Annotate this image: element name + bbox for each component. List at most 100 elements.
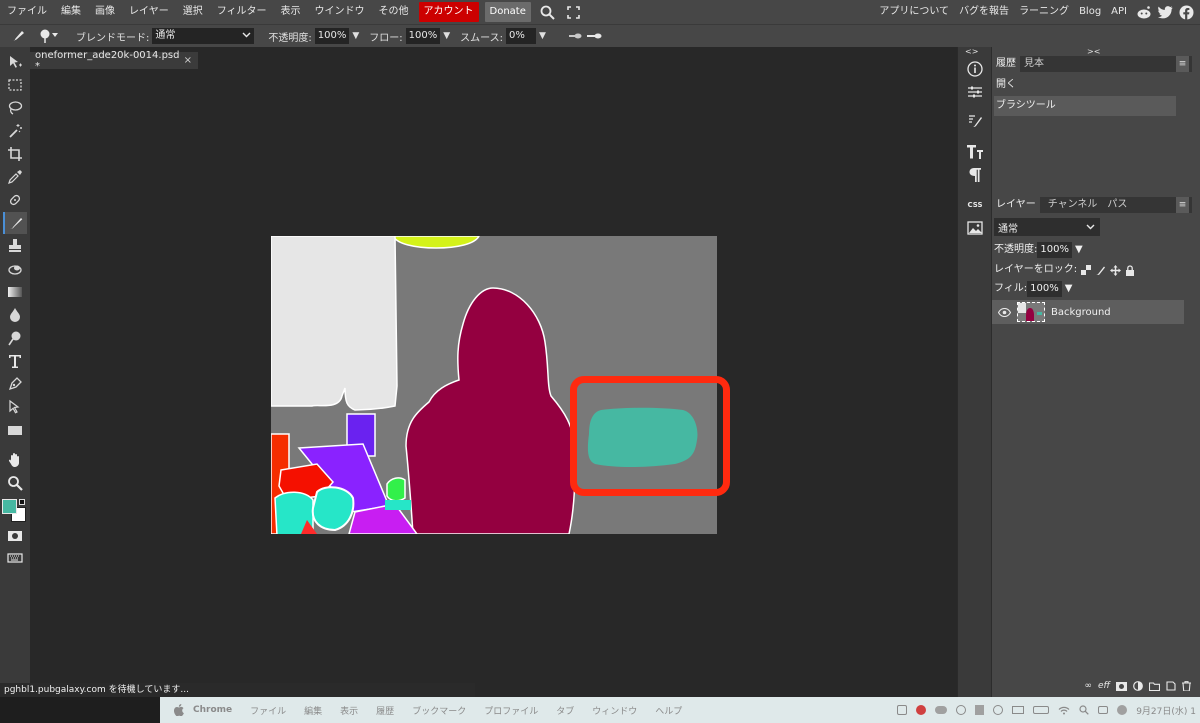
brush-settings-icon[interactable] xyxy=(963,111,987,131)
close-icon[interactable]: × xyxy=(184,55,192,66)
menu-extra-icon[interactable] xyxy=(956,705,967,715)
layers-panel-menu-icon[interactable]: ≡ xyxy=(1176,197,1189,213)
menu-edit[interactable]: 編集 xyxy=(54,0,88,24)
new-layer-icon[interactable] xyxy=(1166,681,1176,691)
character-icon[interactable] xyxy=(963,142,987,162)
facebook-icon[interactable] xyxy=(1179,5,1194,20)
fullscreen-icon[interactable] xyxy=(567,5,580,19)
eraser-tool-icon[interactable] xyxy=(3,258,27,280)
move-tool-icon[interactable] xyxy=(3,51,27,73)
smooth-input[interactable]: 0% xyxy=(506,28,537,44)
zoom-tool-icon[interactable] xyxy=(3,472,27,494)
siri-icon[interactable] xyxy=(1117,705,1128,715)
layer-row-background[interactable]: Background xyxy=(992,300,1184,324)
eye-icon[interactable] xyxy=(998,307,1011,317)
lock-pixels-icon[interactable] xyxy=(1095,265,1106,276)
tab-layers[interactable]: レイヤー xyxy=(992,197,1040,213)
tab-swatches[interactable]: 見本 xyxy=(1020,56,1048,72)
pen-tool-icon[interactable] xyxy=(3,373,27,395)
swap-colors-icon[interactable] xyxy=(19,499,25,505)
menu-filter[interactable]: フィルター xyxy=(210,0,274,24)
new-group-icon[interactable] xyxy=(1149,681,1160,691)
tab-channels[interactable]: チャンネル xyxy=(1044,197,1102,213)
layer-blend-select[interactable]: 通常 xyxy=(994,218,1100,236)
crop-tool-icon[interactable] xyxy=(3,143,27,165)
collapse-left-icon[interactable]: <> xyxy=(965,47,978,56)
eyedropper-tool-icon[interactable] xyxy=(3,166,27,188)
delete-layer-icon[interactable] xyxy=(1182,681,1191,691)
hand-tool-icon[interactable] xyxy=(3,449,27,471)
menu-view[interactable]: 表示 xyxy=(274,0,308,24)
mac-menu-history[interactable]: 履歴 xyxy=(367,704,403,717)
keyboard-icon[interactable] xyxy=(3,547,27,569)
display-icon[interactable] xyxy=(1012,706,1025,714)
menu-file[interactable]: ファイル xyxy=(0,0,54,24)
opacity-dropdown-icon[interactable]: ▼ xyxy=(352,31,359,41)
flow-dropdown-icon[interactable]: ▼ xyxy=(443,31,450,41)
healing-tool-icon[interactable] xyxy=(3,189,27,211)
foreground-color-swatch[interactable] xyxy=(2,499,17,514)
apple-icon[interactable] xyxy=(174,704,184,716)
layer-mask-icon[interactable] xyxy=(1116,681,1127,691)
stamp-tool-icon[interactable] xyxy=(3,235,27,257)
marquee-tool-icon[interactable] xyxy=(3,74,27,96)
pressure-size-icon[interactable] xyxy=(568,32,582,40)
twitter-icon[interactable] xyxy=(1158,5,1173,19)
menu-blog[interactable]: Blog xyxy=(1074,0,1106,24)
history-item-open[interactable]: 開く xyxy=(994,75,1176,95)
menu-about[interactable]: アプリについて xyxy=(874,0,954,24)
tab-history[interactable]: 履歴 xyxy=(992,56,1020,72)
magic-wand-tool-icon[interactable] xyxy=(3,120,27,142)
layer-effects-icon[interactable]: eff xyxy=(1098,681,1110,691)
paragraph-icon[interactable] xyxy=(963,165,987,185)
mac-menu-edit[interactable]: 編集 xyxy=(295,704,331,717)
account-button[interactable]: アカウント xyxy=(418,2,479,22)
dodge-tool-icon[interactable] xyxy=(3,327,27,349)
mac-menu-chrome[interactable]: Chrome xyxy=(184,705,241,715)
lock-position-icon[interactable] xyxy=(1110,264,1122,276)
search-icon[interactable] xyxy=(540,5,555,20)
mac-menu-bookmarks[interactable]: ブックマーク xyxy=(403,704,475,717)
smooth-dropdown-icon[interactable]: ▼ xyxy=(539,31,546,41)
layer-fill-dropdown-icon[interactable]: ▼ xyxy=(1065,283,1073,294)
menu-learning[interactable]: ラーニング xyxy=(1014,0,1074,24)
menu-window[interactable]: ウインドウ xyxy=(308,0,372,24)
cloud-icon[interactable] xyxy=(935,706,948,714)
menu-more[interactable]: その他 xyxy=(372,0,416,24)
wifi-icon[interactable] xyxy=(1058,706,1070,715)
history-panel-menu-icon[interactable]: ≡ xyxy=(1176,56,1189,72)
brush-tool-button[interactable] xyxy=(3,212,27,234)
search-spotlight-icon[interactable] xyxy=(1079,705,1089,715)
reddit-icon[interactable] xyxy=(1136,5,1152,19)
blend-mode-select[interactable]: 通常 xyxy=(152,28,255,44)
mac-menu-help[interactable]: ヘルプ xyxy=(646,704,691,717)
flow-input[interactable]: 100% xyxy=(405,28,441,44)
menu-layer[interactable]: レイヤー xyxy=(122,0,176,24)
mac-menu-file[interactable]: ファイル xyxy=(241,704,295,717)
status-app-icon[interactable] xyxy=(897,705,908,715)
menu-select[interactable]: 選択 xyxy=(176,0,210,24)
link-layers-icon[interactable]: ∞ xyxy=(1084,681,1092,691)
brush-tool-icon[interactable] xyxy=(10,29,30,43)
donate-button[interactable]: Donate xyxy=(484,2,531,22)
blur-tool-icon[interactable] xyxy=(3,304,27,326)
mac-menu-tab[interactable]: タブ xyxy=(547,704,583,717)
lock-transparency-icon[interactable] xyxy=(1081,265,1092,275)
history-item-brush[interactable]: ブラシツール xyxy=(994,96,1176,116)
adjustment-layer-icon[interactable] xyxy=(1133,681,1143,691)
info-icon[interactable] xyxy=(963,59,987,79)
image-icon[interactable] xyxy=(963,218,987,238)
menu-report-bug[interactable]: バグを報告 xyxy=(954,0,1014,24)
mac-menu-profile[interactable]: プロファイル xyxy=(475,704,547,717)
shape-tool-icon[interactable] xyxy=(3,419,27,441)
lock-all-icon[interactable] xyxy=(1125,264,1135,276)
menu-api[interactable]: API xyxy=(1106,0,1132,24)
document-tab[interactable]: oneformer_ade20k-0014.psd * × xyxy=(30,50,198,72)
pressure-opacity-icon[interactable] xyxy=(586,32,602,40)
shield-icon[interactable] xyxy=(975,705,985,715)
adjustments-icon[interactable] xyxy=(963,82,987,102)
type-tool-icon[interactable] xyxy=(3,350,27,372)
control-center-icon[interactable] xyxy=(1098,706,1109,714)
quick-mask-icon[interactable] xyxy=(3,525,27,547)
gradient-tool-icon[interactable] xyxy=(3,281,27,303)
